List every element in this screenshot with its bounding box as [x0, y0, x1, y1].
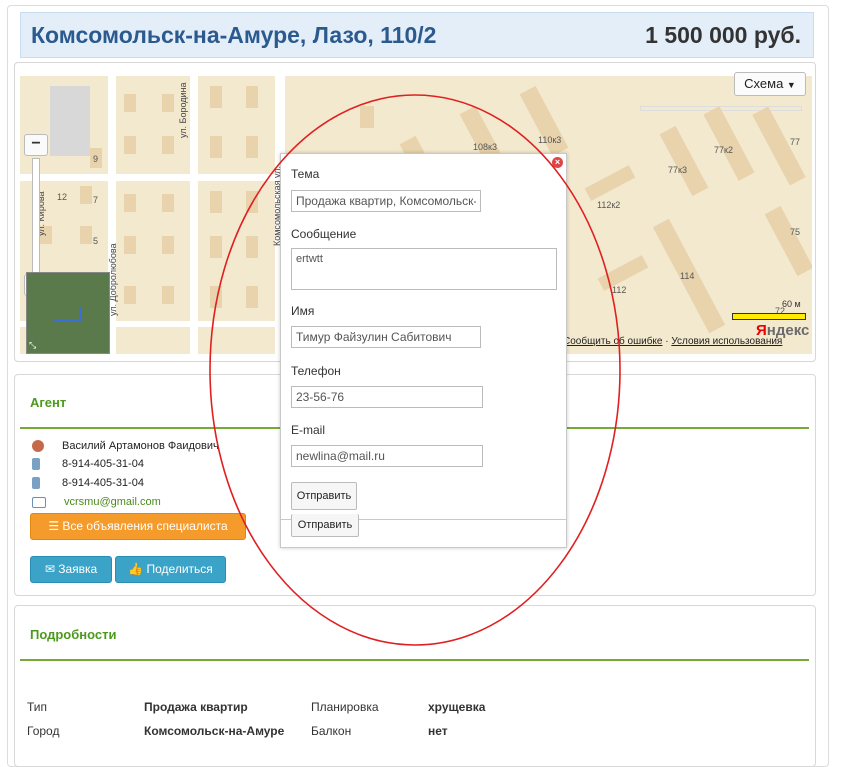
- listing-header: Комсомольск-на-Амуре, Лазо, 110/2 1 500 …: [20, 12, 814, 58]
- map-type-label: Схема: [744, 76, 784, 91]
- map-type-dropdown[interactable]: Схема ▼: [734, 72, 806, 96]
- mail-icon: [32, 496, 46, 508]
- name-label: Имя: [291, 304, 315, 318]
- house-number: 5: [93, 236, 99, 246]
- message-label: Сообщение: [291, 227, 357, 241]
- email-input[interactable]: [291, 445, 483, 467]
- zoom-control[interactable]: − +: [24, 134, 48, 296]
- agent-title: Агент: [30, 395, 67, 410]
- phone-label: Телефон: [291, 364, 341, 378]
- agent-name-row: Василий Артамонов Фаидович: [32, 440, 219, 453]
- detail-label: Планировка: [311, 700, 379, 714]
- agent-phone-row: 8-914-405-31-04: [32, 477, 144, 490]
- phone-icon: [32, 458, 40, 471]
- request-label: Заявка: [58, 562, 98, 576]
- house-number: 112: [612, 285, 627, 295]
- chevron-down-icon: ▼: [786, 80, 796, 90]
- report-error-link[interactable]: Сообщить об ошибке: [563, 336, 662, 347]
- detail-value: Продажа квартир: [144, 700, 248, 714]
- agent-phone-row: 8-914-405-31-04: [32, 458, 144, 471]
- house-number: 110к3: [538, 135, 562, 145]
- phone-icon: [32, 477, 40, 490]
- thumbs-up-icon: 👍: [128, 562, 147, 576]
- zoom-slider[interactable]: [32, 158, 40, 278]
- detail-label: Город: [27, 724, 60, 738]
- scale-bar: [732, 313, 806, 320]
- share-button[interactable]: 👍 Поделиться: [115, 556, 226, 583]
- send-button-duplicate[interactable]: Отправить: [291, 514, 359, 537]
- subject-label: Тема: [291, 167, 320, 181]
- details-title: Подробности: [30, 627, 117, 642]
- house-number: 9: [93, 154, 99, 164]
- divider: [20, 659, 809, 661]
- scale-label: 60 м: [782, 299, 801, 309]
- detail-value: нет: [428, 724, 448, 738]
- house-number: 12: [57, 192, 68, 202]
- house-number: 75: [790, 227, 801, 237]
- agent-email-row: vcrsmu@gmail.com: [32, 496, 161, 508]
- close-icon[interactable]: ×: [552, 157, 563, 168]
- detail-value: Комсомольск-на-Амуре: [144, 724, 285, 738]
- agent-name: Василий Артамонов Фаидович: [62, 440, 219, 452]
- envelope-icon: ✉: [44, 562, 59, 576]
- agent-phone: 8-914-405-31-04: [62, 477, 144, 489]
- send-button[interactable]: Отправить: [291, 482, 357, 510]
- house-number: 108к3: [473, 142, 497, 152]
- phone-input[interactable]: [291, 386, 483, 408]
- name-input[interactable]: [291, 326, 481, 348]
- subject-input[interactable]: [291, 190, 481, 212]
- terms-link[interactable]: Условия использования: [671, 336, 782, 347]
- zoom-out-button[interactable]: −: [24, 134, 48, 156]
- house-number: 77: [790, 137, 801, 147]
- detail-label: Тип: [27, 700, 48, 714]
- message-textarea[interactable]: ertwtt: [291, 248, 557, 290]
- email-label: E-mail: [291, 423, 326, 437]
- details-panel: [14, 605, 816, 767]
- house-number: 112к2: [597, 200, 621, 210]
- request-button[interactable]: ✉ Заявка: [30, 556, 112, 583]
- agent-email-link[interactable]: vcrsmu@gmail.com: [64, 496, 161, 508]
- all-ads-label: Все объявления специалиста: [62, 519, 228, 533]
- minimap-collapse-icon[interactable]: ⤡: [29, 340, 36, 351]
- listing-title: Комсомольск-на-Амуре, Лазо, 110/2: [31, 22, 437, 48]
- agent-phone: 8-914-405-31-04: [62, 458, 144, 470]
- detail-value: хрущевка: [428, 700, 486, 714]
- house-number: 77к2: [714, 145, 733, 155]
- house-number: 114: [680, 271, 695, 281]
- share-label: Поделиться: [146, 562, 213, 576]
- listing-price: 1 500 000 руб.: [645, 22, 801, 48]
- map-copyright: Сообщить об ошибке · Условия использован…: [563, 336, 782, 347]
- user-icon: [32, 440, 44, 453]
- minimap-viewport: [53, 307, 81, 321]
- list-icon: ☰: [48, 519, 63, 533]
- minimap[interactable]: ⤡: [26, 272, 110, 354]
- detail-label: Балкон: [311, 724, 352, 738]
- all-ads-button[interactable]: ☰ Все объявления специалиста: [30, 513, 246, 540]
- house-number: 7: [93, 195, 99, 205]
- contact-dialog: × Тема Сообщение ertwtt Имя Телефон E-ma…: [280, 153, 567, 548]
- house-number: 77к3: [668, 165, 687, 175]
- street-label-borodina: ул. Бородина: [178, 82, 188, 138]
